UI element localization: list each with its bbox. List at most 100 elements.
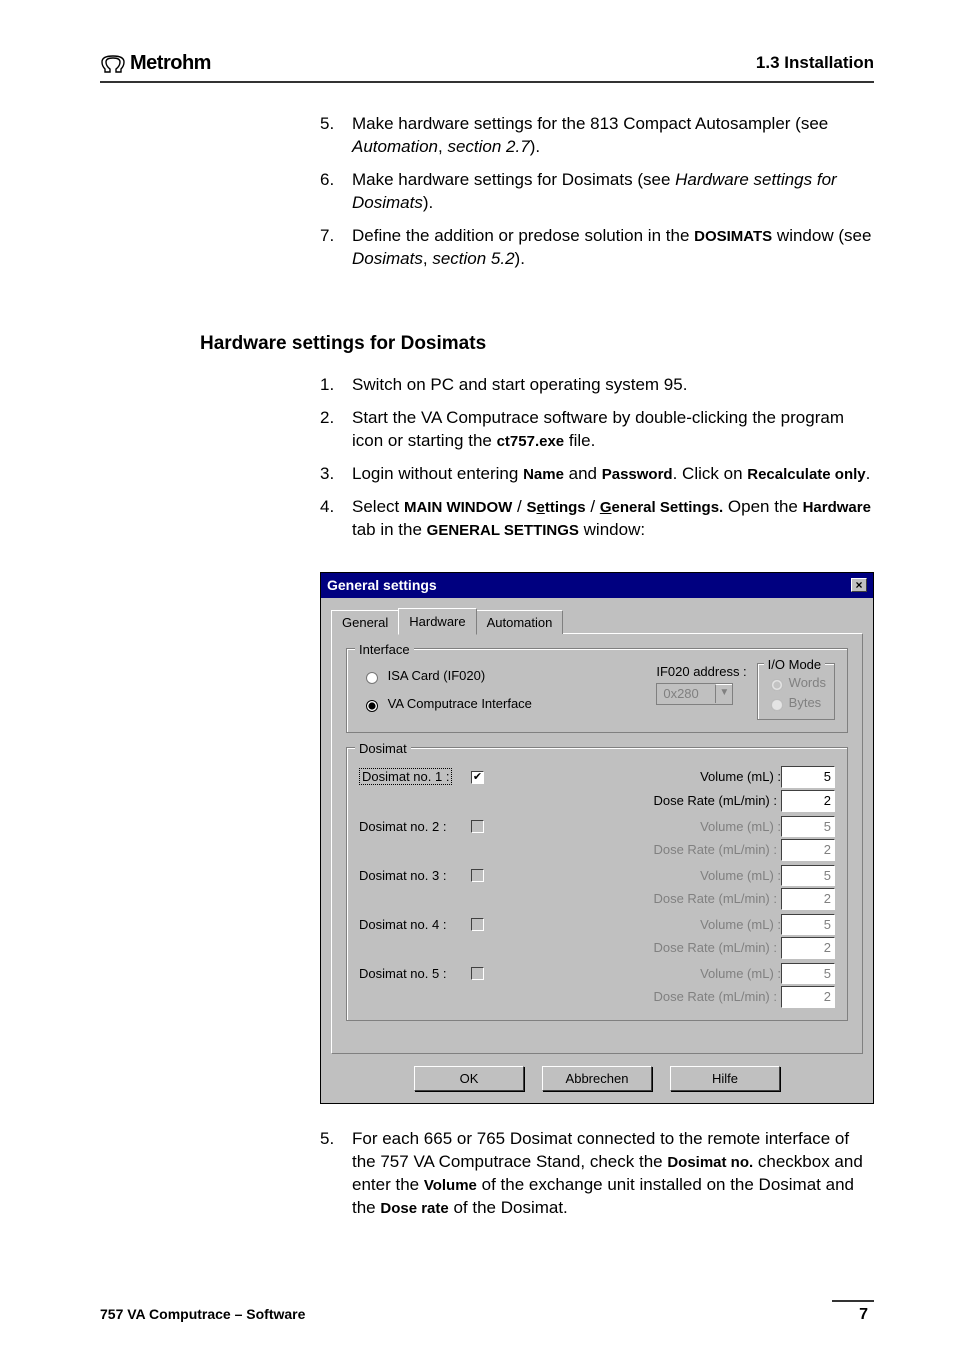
list-item: 1.Switch on PC and start operating syste…	[320, 374, 874, 397]
volume-label: Volume (mL) :	[700, 867, 781, 885]
radio-bytes-label: Bytes	[789, 695, 822, 710]
brand-logo: Metrohm	[100, 50, 211, 77]
list-text: For each 665 or 765 Dosimat connected to…	[352, 1128, 874, 1220]
dialog-buttons: OK Abbrechen Hilfe	[331, 1066, 863, 1092]
list-item: 4.Select MAIN WINDOW / Settings / Genera…	[320, 496, 874, 542]
dosimat-checkbox[interactable]	[471, 869, 484, 882]
radio-words[interactable]: Words	[766, 674, 826, 692]
dosimat-subrow: Dose Rate (mL/min) :2	[359, 937, 835, 959]
volume-field[interactable]: 5	[781, 766, 835, 788]
footer-title: 757 VA Computrace – Software	[100, 1305, 305, 1324]
volume-label: Volume (mL) :	[700, 916, 781, 934]
doserate-field: 2	[781, 937, 835, 959]
list-text: Select MAIN WINDOW / Settings / General …	[352, 496, 874, 542]
radio-va-input[interactable]	[366, 700, 378, 712]
section-label: 1.3 Installation	[756, 52, 874, 75]
dosimat-checkbox[interactable]: ✔	[471, 771, 484, 784]
ok-button[interactable]: OK	[414, 1066, 524, 1092]
dosimat-name: Dosimat no. 2 :	[359, 818, 471, 836]
list-number: 2.	[320, 407, 352, 453]
group-dosimat: Dosimat Dosimat no. 1 :✔Volume (mL) : 5D…	[346, 747, 848, 1020]
doserate-label: Dose Rate (mL/min) :	[653, 988, 777, 1006]
dosimat-row: Dosimat no. 4 : Volume (mL) : 5	[359, 914, 835, 936]
radio-bytes-input[interactable]	[771, 699, 783, 711]
group-io-mode-legend: I/O Mode	[764, 656, 825, 674]
dosimat-row: Dosimat no. 2 :Volume (mL) : 5	[359, 816, 835, 838]
doserate-field[interactable]: 2	[781, 790, 835, 812]
tab-panel-hardware: Interface ISA Card (IF020) VA Computrace…	[331, 633, 863, 1054]
volume-label: Volume (mL) :	[700, 768, 781, 786]
tab-general[interactable]: General	[331, 610, 399, 635]
doserate-label: Dose Rate (mL/min) :	[653, 939, 777, 957]
dosimat-checkbox[interactable]	[471, 820, 484, 833]
dosimat-row: Dosimat no. 3 : Volume (mL) : 5	[359, 865, 835, 887]
volume-label: Volume (mL) :	[700, 965, 781, 983]
help-button[interactable]: Hilfe	[670, 1066, 780, 1092]
dosimat-checkbox[interactable]	[471, 967, 484, 980]
list-item: 7.Define the addition or predose solutio…	[320, 225, 874, 271]
doserate-field: 2	[781, 888, 835, 910]
radio-va[interactable]: VA Computrace Interface	[361, 695, 656, 713]
dosimat-name: Dosimat no. 5 :	[359, 965, 471, 983]
chevron-down-icon[interactable]: ▼	[715, 684, 732, 703]
list-text: Login without entering Name and Password…	[352, 463, 874, 486]
dosimat-subrow: Dose Rate (mL/min) :2	[359, 839, 835, 861]
tabs: General Hardware Automation	[331, 608, 863, 635]
general-settings-dialog: General settings × General Hardware Auto…	[320, 572, 874, 1105]
radio-isa[interactable]: ISA Card (IF020)	[361, 667, 656, 685]
list-text: Define the addition or predose solution …	[352, 225, 874, 271]
radio-words-input[interactable]	[771, 679, 783, 691]
volume-field: 5	[781, 865, 835, 887]
list-text: Make hardware settings for the 813 Compa…	[352, 113, 874, 159]
dosimat-name: Dosimat no. 1 :	[359, 768, 471, 786]
group-dosimat-legend: Dosimat	[355, 740, 411, 758]
list-text: Make hardware settings for Dosimats (see…	[352, 169, 874, 215]
page-header: Metrohm 1.3 Installation	[100, 50, 874, 83]
if020-address-value: 0x280	[657, 684, 715, 704]
ordered-list-top: 5.Make hardware settings for the 813 Com…	[320, 113, 874, 271]
list-text: Switch on PC and start operating system …	[352, 374, 874, 397]
if020-address-label: IF020 address :	[656, 663, 746, 681]
doserate-label: Dose Rate (mL/min) :	[653, 792, 777, 810]
dosimat-row: Dosimat no. 1 :✔ Volume (mL) : 5	[359, 766, 835, 788]
list-number: 5.	[320, 113, 352, 159]
list-number: 6.	[320, 169, 352, 215]
dosimat-checkbox[interactable]	[471, 918, 484, 931]
cancel-button[interactable]: Abbrechen	[542, 1066, 652, 1092]
group-io-mode: I/O Mode Words Bytes	[757, 663, 835, 720]
list-item: 6.Make hardware settings for Dosimats (s…	[320, 169, 874, 215]
list-item: 3.Login without entering Name and Passwo…	[320, 463, 874, 486]
section-heading: Hardware settings for Dosimats	[200, 331, 874, 357]
dosimat-subrow: Dose Rate (mL/min) :2	[359, 790, 835, 812]
if020-address-select[interactable]: 0x280 ▼	[656, 683, 733, 705]
doserate-label: Dose Rate (mL/min) :	[653, 841, 777, 859]
list-text: Start the VA Computrace software by doub…	[352, 407, 874, 453]
page-number: 7	[832, 1300, 874, 1326]
list-number: 1.	[320, 374, 352, 397]
body-column: 5.Make hardware settings for the 813 Com…	[320, 113, 874, 271]
volume-field: 5	[781, 914, 835, 936]
omega-icon	[100, 54, 126, 74]
dosimat-name: Dosimat no. 3 :	[359, 867, 471, 885]
dosimat-row: Dosimat no. 5 : Volume (mL) : 5	[359, 963, 835, 985]
ordered-list-mid: 1.Switch on PC and start operating syste…	[320, 374, 874, 542]
list-item: 2.Start the VA Computrace software by do…	[320, 407, 874, 453]
radio-va-label: VA Computrace Interface	[388, 696, 532, 711]
dosimat-subrow: Dose Rate (mL/min) :2	[359, 888, 835, 910]
volume-label: Volume (mL) :	[700, 818, 781, 836]
page-footer: 757 VA Computrace – Software 7	[100, 1300, 874, 1326]
list-number: 3.	[320, 463, 352, 486]
doserate-field: 2	[781, 839, 835, 861]
list-number: 7.	[320, 225, 352, 271]
doserate-label: Dose Rate (mL/min) :	[653, 890, 777, 908]
dosimat-name: Dosimat no. 4 :	[359, 916, 471, 934]
tab-hardware[interactable]: Hardware	[398, 608, 476, 636]
tab-automation[interactable]: Automation	[476, 610, 564, 635]
radio-isa-input[interactable]	[366, 672, 378, 684]
doserate-field: 2	[781, 986, 835, 1008]
close-icon[interactable]: ×	[851, 578, 867, 592]
volume-field: 5	[781, 963, 835, 985]
dialog-titlebar: General settings ×	[321, 573, 873, 598]
list-item: 5.Make hardware settings for the 813 Com…	[320, 113, 874, 159]
radio-bytes[interactable]: Bytes	[766, 694, 826, 712]
